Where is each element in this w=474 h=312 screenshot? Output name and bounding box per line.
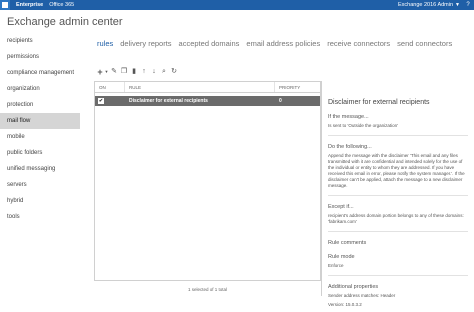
table-row[interactable]: ✔ Disclaimer for external recipients 0 bbox=[95, 96, 320, 106]
edit-icon[interactable]: ✎ bbox=[109, 68, 119, 76]
if-label: If the message... bbox=[328, 114, 369, 120]
rule-name-cell: Disclaimer for external recipients bbox=[129, 98, 208, 104]
if-text: Is sent to 'Outside the organization' bbox=[328, 123, 399, 128]
sub-tabs: rules delivery reports accepted domains … bbox=[97, 39, 459, 48]
except-label: Except if... bbox=[328, 204, 354, 210]
tab-accepted-domains[interactable]: accepted domains bbox=[179, 39, 240, 48]
tab-receive-connectors[interactable]: receive connectors bbox=[327, 39, 390, 48]
column-header-priority[interactable]: PRIORITY bbox=[275, 82, 320, 92]
tab-enterprise[interactable]: Enterprise bbox=[16, 0, 43, 10]
nav-item-tools[interactable]: tools bbox=[0, 209, 80, 225]
priority-cell: 0 bbox=[279, 98, 282, 104]
nav-item-servers[interactable]: servers bbox=[0, 177, 80, 193]
tab-send-connectors[interactable]: send connectors bbox=[397, 39, 452, 48]
rule-comments-label: Rule comments bbox=[328, 240, 367, 246]
office-logo-icon[interactable] bbox=[0, 0, 10, 10]
delete-icon[interactable]: ▮ bbox=[129, 68, 139, 76]
nav-item-organization[interactable]: organization bbox=[0, 81, 80, 97]
except-text: recipient's address domain portion belon… bbox=[328, 213, 464, 224]
additional-properties-label: Additional properties bbox=[328, 284, 379, 290]
enabled-checkbox[interactable]: ✔ bbox=[98, 98, 104, 104]
selection-status: 1 selected of 1 total bbox=[187, 287, 228, 292]
plus-icon[interactable]: + bbox=[96, 68, 104, 77]
column-header-on[interactable]: ON bbox=[95, 82, 125, 92]
chevron-down-icon[interactable]: ▼ bbox=[455, 2, 460, 8]
nav-item-unified-messaging[interactable]: unified messaging bbox=[0, 161, 80, 177]
nav-item-hybrid[interactable]: hybrid bbox=[0, 193, 80, 209]
copy-icon[interactable]: ❐ bbox=[119, 68, 129, 76]
toolbar: + ▼ ✎ ❐ ▮ ↑ ↓ ⌕ ↻ bbox=[96, 68, 179, 77]
column-header-rule[interactable]: RULE bbox=[125, 82, 275, 92]
tab-email-address-policies[interactable]: email address policies bbox=[246, 39, 320, 48]
rule-mode-label: Rule mode bbox=[328, 254, 355, 260]
rule-mode-value: Enforce bbox=[328, 263, 344, 268]
nav-item-mail-flow[interactable]: mail flow bbox=[0, 113, 80, 129]
do-label: Do the following... bbox=[328, 144, 372, 150]
detail-title: Disclaimer for external recipients bbox=[328, 99, 430, 106]
nav-item-recipients[interactable]: recipients bbox=[0, 33, 80, 49]
nav-item-public-folders[interactable]: public folders bbox=[0, 145, 80, 161]
grid-header: ON RULE PRIORITY bbox=[95, 82, 320, 93]
tab-rules[interactable]: rules bbox=[97, 39, 113, 48]
user-menu[interactable]: Exchange 2016 Admin bbox=[398, 2, 453, 8]
tab-office-365[interactable]: Office 365 bbox=[49, 0, 74, 10]
divider bbox=[328, 275, 468, 276]
help-icon[interactable]: ? bbox=[464, 2, 472, 8]
do-text: Append the message with the disclaimer '… bbox=[328, 153, 465, 188]
app-title: Exchange admin center bbox=[7, 16, 123, 28]
nav-item-mobile[interactable]: mobile bbox=[0, 129, 80, 145]
version-text: Version: 15.0.3.2 bbox=[328, 302, 362, 307]
tab-delivery-reports[interactable]: delivery reports bbox=[120, 39, 171, 48]
nav-item-protection[interactable]: protection bbox=[0, 97, 80, 113]
left-nav: recipients permissions compliance manage… bbox=[0, 33, 80, 225]
move-up-icon[interactable]: ↑ bbox=[139, 68, 149, 76]
rules-grid: ON RULE PRIORITY ✔ Disclaimer for extern… bbox=[94, 81, 321, 281]
nav-item-compliance-management[interactable]: compliance management bbox=[0, 65, 80, 81]
additional-properties-value: Sender address matches: Header bbox=[328, 293, 396, 298]
divider bbox=[328, 135, 468, 136]
move-down-icon[interactable]: ↓ bbox=[149, 68, 159, 76]
details-pane: Disclaimer for external recipients If th… bbox=[321, 81, 474, 307]
nav-item-permissions[interactable]: permissions bbox=[0, 49, 80, 65]
top-bar: Enterprise Office 365 Exchange 2016 Admi… bbox=[0, 0, 474, 10]
search-icon[interactable]: ⌕ bbox=[159, 68, 169, 76]
divider bbox=[328, 231, 468, 232]
divider bbox=[328, 195, 468, 196]
refresh-icon[interactable]: ↻ bbox=[169, 68, 179, 76]
